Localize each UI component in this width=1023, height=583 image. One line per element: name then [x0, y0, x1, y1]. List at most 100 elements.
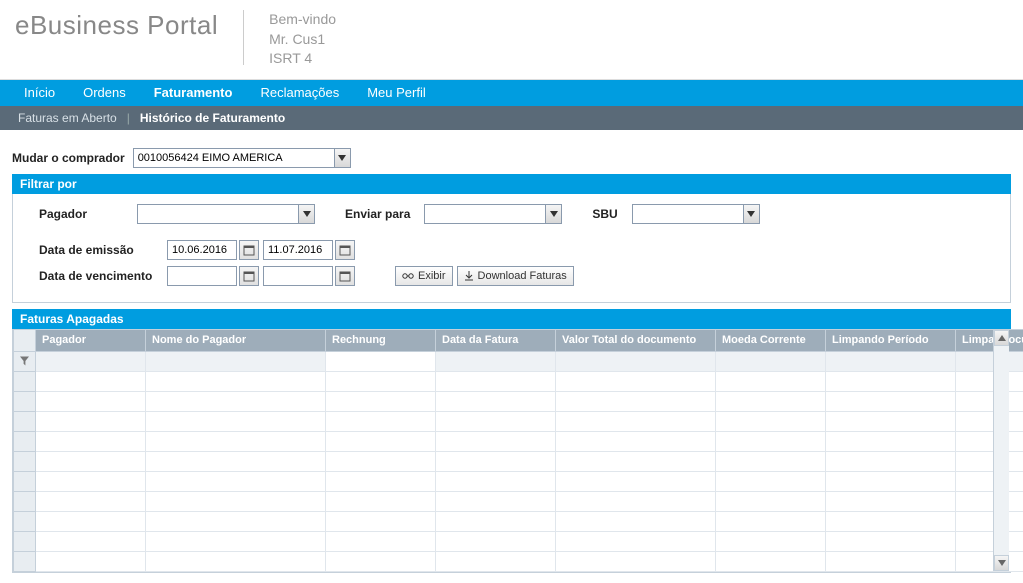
col-rechnung[interactable]: Rechnung	[326, 329, 436, 351]
pagador-dropdown-button[interactable]	[298, 205, 314, 223]
nav-ordens[interactable]: Ordens	[69, 85, 140, 100]
nav-faturamento[interactable]: Faturamento	[140, 85, 247, 100]
enviar-dropdown-button[interactable]	[545, 205, 561, 223]
download-label: Download Faturas	[478, 270, 567, 282]
cell	[826, 551, 956, 571]
table-row[interactable]	[14, 511, 1023, 531]
cell	[326, 431, 436, 451]
pagador-input[interactable]	[138, 205, 298, 223]
table-row[interactable]	[14, 431, 1023, 451]
cell	[146, 531, 326, 551]
cell	[716, 491, 826, 511]
enviar-select[interactable]	[424, 204, 562, 224]
filter-cell[interactable]	[716, 351, 826, 371]
nav-reclamacoes[interactable]: Reclamações	[246, 85, 353, 100]
row-head-cell[interactable]	[14, 471, 36, 491]
venc-to-input[interactable]	[263, 266, 333, 286]
cell	[716, 411, 826, 431]
scroll-track[interactable]	[993, 330, 1009, 571]
cell	[556, 551, 716, 571]
enviar-input[interactable]	[425, 205, 545, 223]
scroll-down-button[interactable]	[994, 555, 1009, 571]
buyer-input[interactable]	[134, 149, 334, 167]
filter-box: Pagador Enviar para SBU	[12, 194, 1011, 303]
filter-cell[interactable]	[826, 351, 956, 371]
sbu-dropdown-button[interactable]	[743, 205, 759, 223]
filter-cell[interactable]	[36, 351, 146, 371]
cell	[36, 551, 146, 571]
col-limpar-documento[interactable]: Limpar documento	[956, 329, 1023, 351]
exibir-button[interactable]: Exibir	[395, 266, 453, 286]
filter-cell[interactable]	[326, 351, 436, 371]
filter-icon[interactable]	[20, 356, 29, 366]
app-logo: eBusiness Portal	[15, 10, 218, 41]
table-row[interactable]	[14, 531, 1023, 551]
table-row[interactable]	[14, 391, 1023, 411]
cell	[326, 531, 436, 551]
download-button[interactable]: Download Faturas	[457, 266, 574, 286]
sbu-select[interactable]	[632, 204, 760, 224]
nav-meu-perfil[interactable]: Meu Perfil	[353, 85, 440, 100]
cell	[326, 471, 436, 491]
chevron-down-icon	[338, 155, 346, 161]
cell	[326, 551, 436, 571]
cell	[146, 491, 326, 511]
venc-from-input[interactable]	[167, 266, 237, 286]
row-head-cell[interactable]	[14, 411, 36, 431]
cell	[716, 371, 826, 391]
subnav-separator: |	[125, 111, 132, 125]
row-head-cell[interactable]	[14, 451, 36, 471]
filter-cell[interactable]	[556, 351, 716, 371]
nav-inicio[interactable]: Início	[10, 85, 69, 100]
scroll-up-button[interactable]	[994, 330, 1009, 346]
col-limpando-periodo[interactable]: Limpando Período	[826, 329, 956, 351]
cell	[556, 451, 716, 471]
emissao-to-calendar-button[interactable]	[335, 240, 355, 260]
filter-cell[interactable]	[146, 351, 326, 371]
cell	[436, 491, 556, 511]
cell	[556, 391, 716, 411]
cell	[956, 491, 1023, 511]
row-head-cell[interactable]	[14, 431, 36, 451]
emissao-from-calendar-button[interactable]	[239, 240, 259, 260]
pagador-select[interactable]	[137, 204, 315, 224]
pagador-label: Pagador	[39, 207, 129, 221]
welcome-line1: Bem-vindo	[269, 10, 336, 30]
table-row[interactable]	[14, 411, 1023, 431]
row-head-cell[interactable]	[14, 531, 36, 551]
filter-cell[interactable]	[436, 351, 556, 371]
calendar-icon	[339, 244, 351, 256]
row-head-cell[interactable]	[14, 551, 36, 571]
table-row[interactable]	[14, 371, 1023, 391]
subnav-faturas-aberto[interactable]: Faturas em Aberto	[10, 111, 125, 125]
col-moeda[interactable]: Moeda Corrente	[716, 329, 826, 351]
header-divider	[243, 10, 244, 65]
venc-to-calendar-button[interactable]	[335, 266, 355, 286]
table-row[interactable]	[14, 471, 1023, 491]
cell	[146, 371, 326, 391]
venc-from-calendar-button[interactable]	[239, 266, 259, 286]
chevron-up-icon	[998, 335, 1006, 341]
emissao-to-input[interactable]	[263, 240, 333, 260]
col-data-fatura[interactable]: Data da Fatura	[436, 329, 556, 351]
emissao-from-input[interactable]	[167, 240, 237, 260]
col-pagador[interactable]: Pagador	[36, 329, 146, 351]
sbu-input[interactable]	[633, 205, 743, 223]
table-row[interactable]	[14, 491, 1023, 511]
row-head-cell[interactable]	[14, 391, 36, 411]
buyer-dropdown-button[interactable]	[334, 149, 350, 167]
filter-title-bar: Filtrar por	[12, 174, 1011, 194]
table-row[interactable]	[14, 451, 1023, 471]
table-row[interactable]	[14, 551, 1023, 571]
welcome-line3: ISRT 4	[269, 49, 336, 69]
row-head-cell[interactable]	[14, 511, 36, 531]
col-nome-pagador[interactable]: Nome do Pagador	[146, 329, 326, 351]
row-head-cell[interactable]	[14, 371, 36, 391]
col-valor-total[interactable]: Valor Total do documento	[556, 329, 716, 351]
cell	[146, 471, 326, 491]
cell	[326, 451, 436, 471]
subnav-historico[interactable]: Histórico de Faturamento	[132, 111, 293, 125]
buyer-select[interactable]	[133, 148, 351, 168]
row-head-cell[interactable]	[14, 491, 36, 511]
filter-cell[interactable]	[956, 351, 1023, 371]
